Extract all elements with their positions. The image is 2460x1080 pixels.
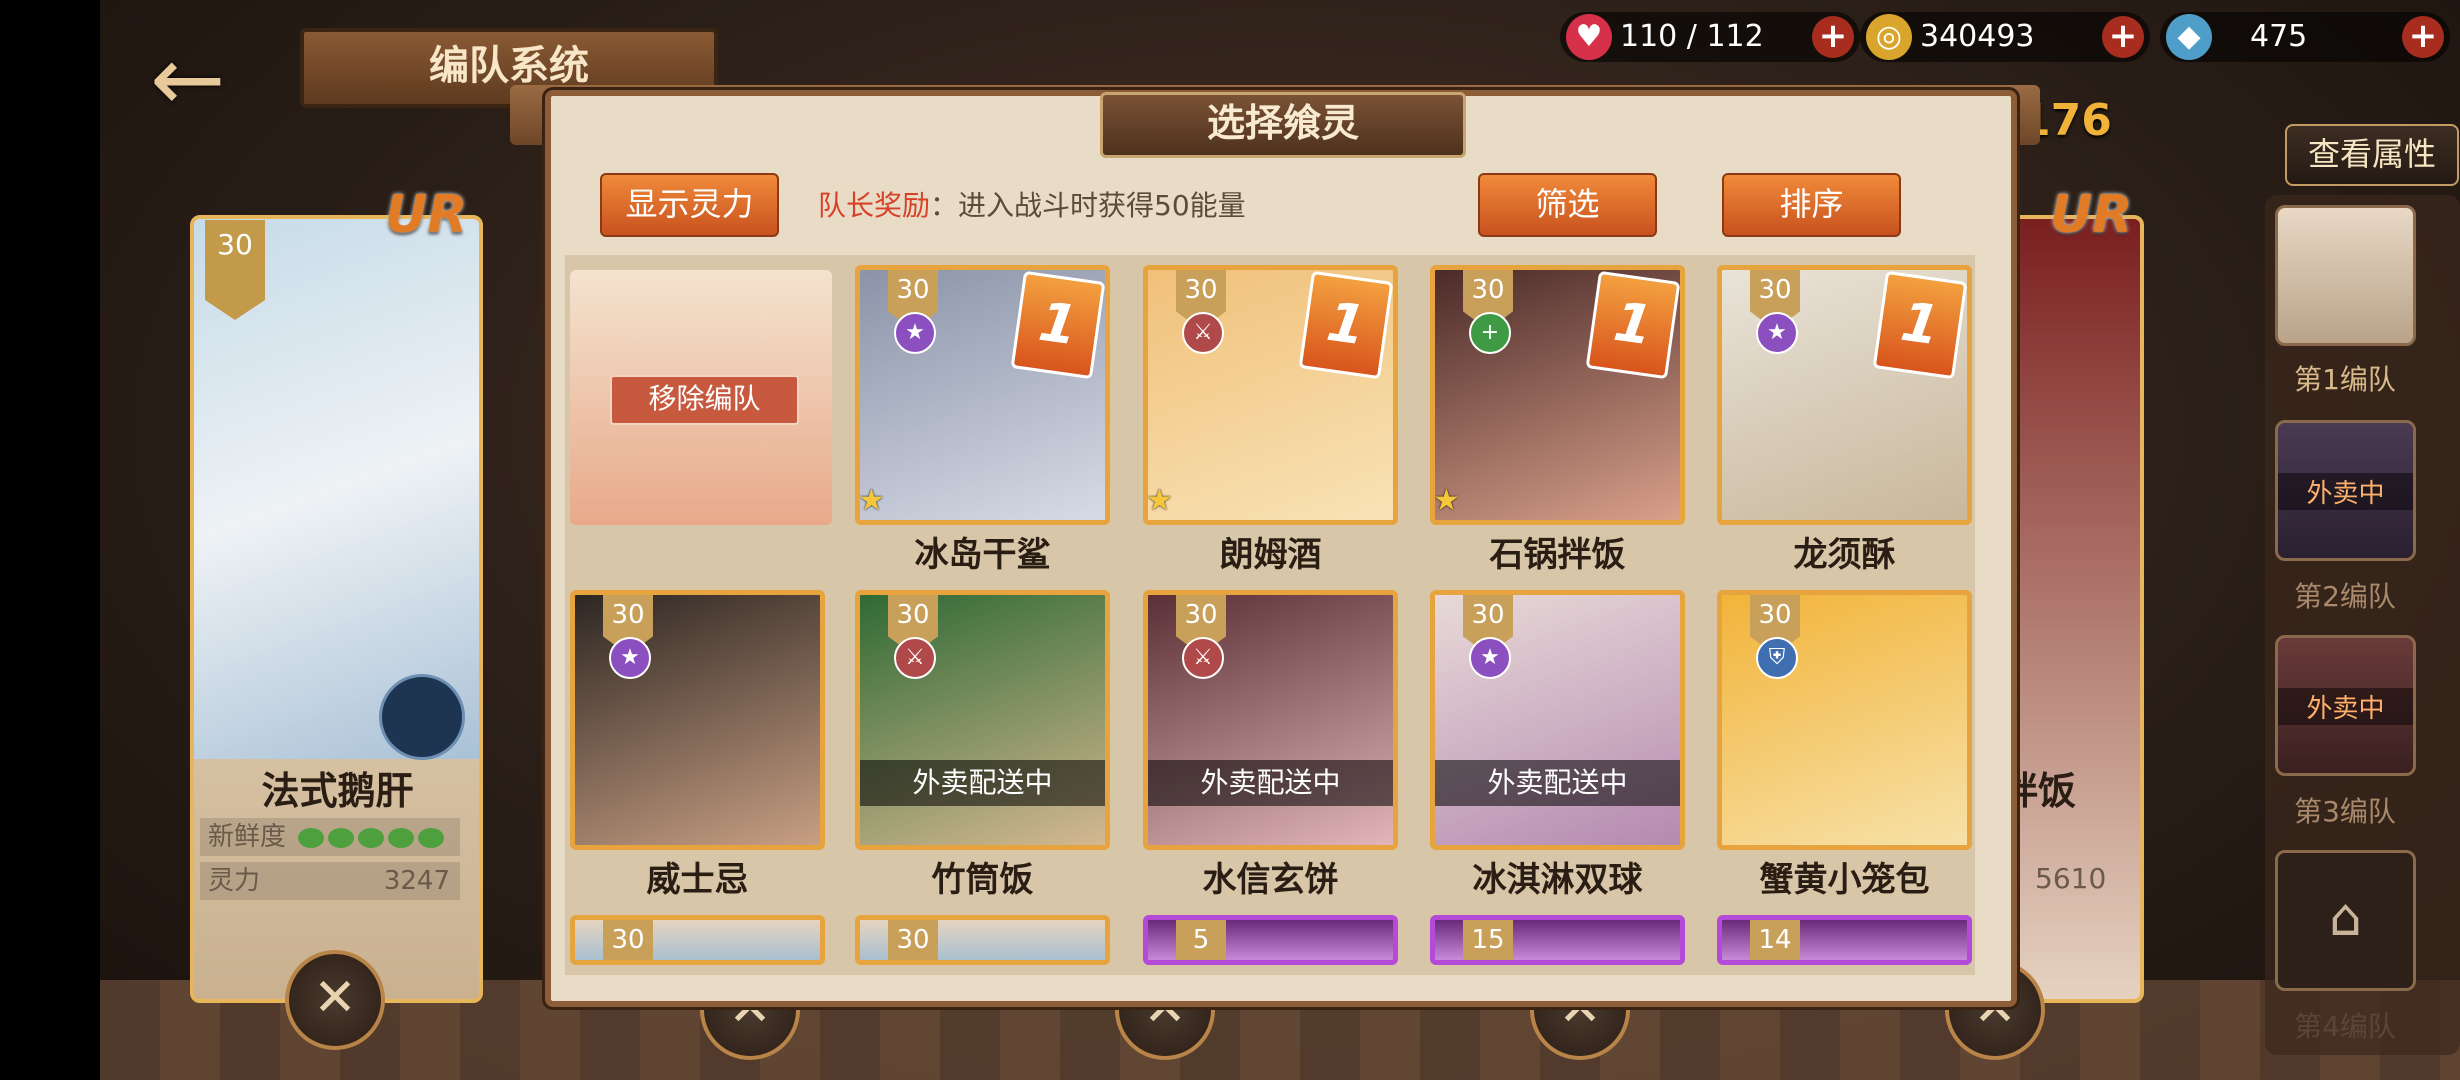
character-card[interactable]: 30 ★ 1 ★ [855, 265, 1110, 525]
character-card[interactable]: 30 +1 ★ [1430, 265, 1685, 525]
character-name: 威士忌 [646, 860, 749, 900]
gold-counter: ◎ 340493 + [1860, 12, 2150, 62]
stamina-value: 110 / 112 [1620, 19, 1764, 54]
gold-value: 340493 [1920, 19, 2035, 54]
right-card-rarity-badge: UR [2050, 185, 2133, 245]
character-card-partial[interactable]: 30 [855, 915, 1110, 965]
crystal-counter: ◆ 475 + [2160, 12, 2450, 62]
show-power-button[interactable]: 显示灵力 [600, 173, 779, 237]
leader-level-badge: 30 [205, 220, 265, 320]
character-card[interactable]: 30 ⚔ 1 ★ [1143, 265, 1398, 525]
crystal-value: 475 [2250, 19, 2308, 54]
duplicate-count-badge: 1 [1010, 270, 1105, 380]
screen-edge [0, 0, 100, 1080]
attribute-icon: ⛨ [1756, 637, 1798, 679]
leader-bonus-label: 队长奖励 [818, 189, 931, 222]
delivery-status-label: 外卖配送中 [1435, 760, 1680, 806]
attribute-icon: ⚔ [894, 637, 936, 679]
character-name: 朗姆酒 [1219, 535, 1322, 575]
team-3-status: 外卖中 [2278, 688, 2413, 725]
team-2-label: 第2编队 [2294, 580, 2396, 613]
team-3-label: 第3编队 [2294, 795, 2396, 828]
duplicate-count-badge: 1 [1872, 270, 1967, 380]
attribute-icon: ★ [1469, 637, 1511, 679]
power-label: 灵力 [208, 866, 261, 896]
fork-knife-icon[interactable]: ✕ [285, 950, 385, 1050]
character-card[interactable]: 30 ★ [570, 590, 825, 850]
duplicate-count-badge: 1 [1298, 270, 1393, 380]
leader-star-icon: ★ [1433, 483, 1460, 518]
team-4-lock-icon[interactable]: ⌂ [2275, 850, 2416, 991]
team-2-slot[interactable]: 外卖中 [2275, 420, 2416, 561]
character-card[interactable]: 30 ⚔ 外卖配送中 [1143, 590, 1398, 850]
attribute-icon: ★ [894, 312, 936, 354]
add-gold-button[interactable]: + [2102, 16, 2144, 58]
filter-button[interactable]: 筛选 [1478, 173, 1657, 237]
leader-star-icon: ★ [1146, 483, 1173, 518]
team-2-status: 外卖中 [2278, 473, 2413, 510]
attribute-icon: ★ [1756, 312, 1798, 354]
delivery-status-label: 外卖配送中 [1148, 760, 1393, 806]
duplicate-count-badge: 1 [1585, 270, 1680, 380]
character-name: 石锅拌饭 [1489, 535, 1626, 575]
character-card-partial[interactable]: 15 [1430, 915, 1685, 965]
element-emblem-icon [379, 674, 465, 760]
attribute-icon: ★ [609, 637, 651, 679]
leader-star-icon: ★ [858, 483, 885, 518]
back-arrow-icon[interactable]: ← [150, 35, 245, 125]
attribute-icon: ⚔ [1182, 312, 1224, 354]
character-name: 冰岛干鲨 [914, 535, 1051, 575]
character-name: 水信玄饼 [1202, 860, 1339, 900]
leader-bonus-desc: ：进入战斗时获得50能量 [930, 189, 1246, 222]
level-badge: 5 [1176, 920, 1226, 960]
stamina-counter: ♥ 110 / 112 + [1560, 12, 1860, 62]
character-card-partial[interactable]: 14 [1717, 915, 1972, 965]
power-row: 灵力 3247 [200, 862, 460, 900]
leader-bonus-text: 队长奖励：进入战斗时获得50能量 [818, 184, 1246, 224]
level-badge: 30 [603, 920, 653, 960]
character-name: 龙须酥 [1793, 535, 1896, 575]
character-card-partial[interactable]: 30 [570, 915, 825, 965]
freshness-row: 新鲜度 [200, 818, 460, 856]
character-card[interactable]: 30 ⛨ [1717, 590, 1972, 850]
character-name: 蟹黄小笼包 [1759, 860, 1930, 900]
attribute-icon: ⚔ [1182, 637, 1224, 679]
delivery-status-label: 外卖配送中 [860, 760, 1105, 806]
character-card[interactable]: 30 ★ 1 [1717, 265, 1972, 525]
character-card-partial[interactable]: 5 [1143, 915, 1398, 965]
team-3-slot[interactable]: 外卖中 [2275, 635, 2416, 776]
leader-name: 法式鹅肝 [261, 769, 414, 813]
freshness-label: 新鲜度 [208, 822, 287, 852]
level-badge: 14 [1750, 920, 1800, 960]
character-name: 竹筒饭 [931, 860, 1034, 900]
right-card-power: 5610 [2035, 862, 2107, 895]
coin-icon: ◎ [1866, 14, 1912, 60]
sort-button[interactable]: 排序 [1722, 173, 1901, 237]
character-card[interactable]: 30 ★ 外卖配送中 [1430, 590, 1685, 850]
team-4-label: 第4编队 [2294, 1010, 2396, 1043]
add-stamina-button[interactable]: + [1812, 16, 1854, 58]
dialog-title: 选择飨灵 [1100, 92, 1466, 158]
crystal-icon: ◆ [2166, 14, 2212, 60]
team-1-slot[interactable] [2275, 205, 2416, 346]
heart-icon: ♥ [1566, 14, 1612, 60]
team-1-label: 第1编队 [2294, 363, 2396, 396]
leader-rarity-badge: UR [385, 185, 468, 245]
character-card[interactable]: 30 ⚔ 外卖配送中 [855, 590, 1110, 850]
level-badge: 15 [1463, 920, 1513, 960]
level-badge: 30 [888, 920, 938, 960]
remove-from-team-button[interactable]: 移除编队 [610, 375, 799, 425]
add-crystal-button[interactable]: + [2402, 16, 2444, 58]
power-value: 3247 [383, 866, 450, 896]
attribute-icon: + [1469, 312, 1511, 354]
view-attributes-button[interactable]: 查看属性 [2285, 124, 2459, 186]
character-name: 冰淇淋双球 [1472, 860, 1643, 900]
leaf-icon [294, 822, 445, 852]
